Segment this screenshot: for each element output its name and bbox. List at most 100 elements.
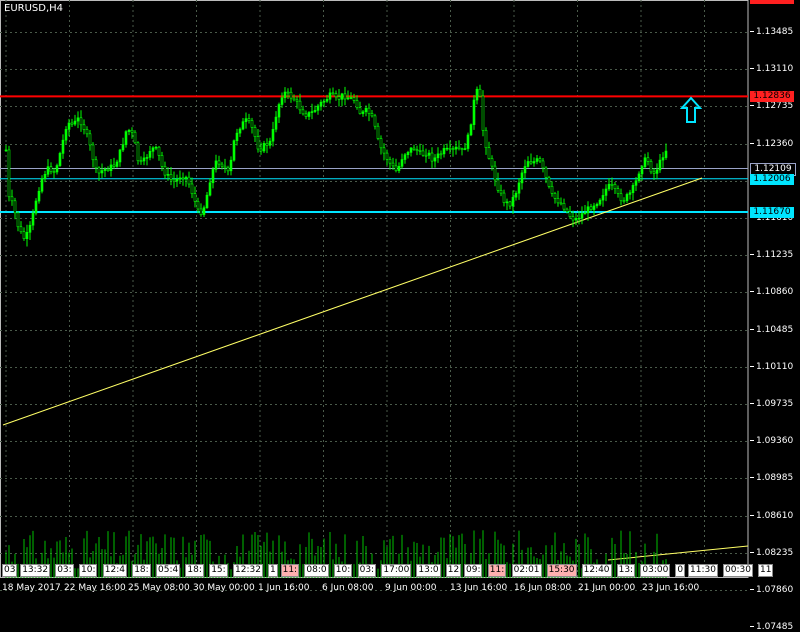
candle-body xyxy=(118,149,122,163)
price-axis-label: 1.09735 xyxy=(750,399,798,409)
candle-body xyxy=(262,143,266,152)
candle-body xyxy=(523,166,527,174)
candle-body xyxy=(478,88,482,97)
time-box: 09: xyxy=(464,564,483,577)
candle-body xyxy=(169,174,173,180)
candle-body xyxy=(376,125,380,139)
price-axis-label: 1.10485 xyxy=(750,325,798,335)
price-axis-label: 1.08985 xyxy=(750,473,798,483)
candle-body xyxy=(637,173,641,182)
candle-body xyxy=(238,128,242,134)
price-axis-label: 1.12735 xyxy=(750,101,798,111)
candle-body xyxy=(250,120,254,128)
candle-body xyxy=(259,148,263,152)
candle-body xyxy=(295,99,299,102)
candle-body xyxy=(304,113,308,117)
candle-body xyxy=(283,91,287,99)
candle-body xyxy=(409,147,413,153)
red-level-2-marker: 1.12836 xyxy=(750,91,794,102)
candle-body xyxy=(94,159,98,169)
candle-body xyxy=(649,161,653,173)
time-box: 15:30 xyxy=(546,564,577,577)
candle-body xyxy=(442,148,446,155)
candle-body xyxy=(346,97,350,100)
candle-body xyxy=(541,160,545,169)
candle-body xyxy=(352,97,356,101)
candle-body xyxy=(73,120,77,125)
candle-body xyxy=(256,136,260,150)
candle-body xyxy=(271,128,275,142)
candle-body xyxy=(286,91,290,94)
candle-body xyxy=(319,101,323,107)
candle-body xyxy=(76,117,80,122)
candle-body xyxy=(571,216,575,221)
price-axis-label: 1.11235 xyxy=(750,250,798,260)
candle-body xyxy=(490,158,494,167)
candle-body xyxy=(586,206,590,214)
candle-body xyxy=(334,93,338,97)
candle-body xyxy=(520,172,524,184)
candle-body xyxy=(589,206,593,210)
candle-body xyxy=(34,200,38,214)
candle-body xyxy=(82,124,86,130)
chart-window[interactable]: EURUSD,H4 1.13485 1.13110 1.12735 1.12360 1.… xyxy=(0,0,800,632)
candle-body xyxy=(109,164,113,172)
candle-body xyxy=(406,152,410,156)
candle-body xyxy=(196,201,200,210)
time-box: 11: xyxy=(280,564,300,577)
candle-body xyxy=(121,144,125,151)
price-chart-plot[interactable] xyxy=(0,0,800,600)
price-axis-label: 1.08235 xyxy=(750,548,798,558)
candle-body xyxy=(652,171,656,174)
candle-body xyxy=(493,165,497,181)
candle-body xyxy=(535,158,539,162)
candle-body xyxy=(430,152,434,162)
candle-body xyxy=(313,110,317,112)
candle-body xyxy=(25,232,29,239)
candle-body xyxy=(100,170,104,174)
time-box: 18: xyxy=(132,564,151,577)
candle-body xyxy=(451,148,455,150)
time-box: 1 xyxy=(268,564,278,577)
candle-body xyxy=(661,157,665,161)
candle-body xyxy=(58,153,62,166)
candle-body xyxy=(61,139,65,154)
time-axis-label: 21 Jun 00:00 xyxy=(578,583,636,593)
time-box: 03 xyxy=(2,564,18,577)
candle-body xyxy=(184,176,188,180)
candle-body xyxy=(130,129,134,133)
candle-body xyxy=(625,194,629,202)
candle-body xyxy=(208,182,212,196)
candle-body xyxy=(562,203,566,210)
candle-body xyxy=(610,183,614,186)
time-box: 12 xyxy=(445,564,462,577)
time-box: 12:40 xyxy=(581,564,612,577)
candle-body xyxy=(148,151,152,158)
candle-body xyxy=(43,174,47,179)
candle-body xyxy=(274,116,278,130)
candle-body xyxy=(514,192,518,198)
candle-body xyxy=(85,129,89,135)
candle-body xyxy=(139,160,143,163)
candle-body xyxy=(658,159,662,171)
time-box: 02:01 xyxy=(511,564,542,577)
candle-body xyxy=(229,159,233,172)
time-box: 10: xyxy=(333,564,353,577)
candle-body xyxy=(136,142,140,162)
candle-body xyxy=(91,144,95,161)
candle-body xyxy=(559,202,563,205)
candle-body xyxy=(223,165,227,169)
candle-body xyxy=(214,160,218,170)
up-arrow-icon[interactable] xyxy=(680,96,702,124)
candle-body xyxy=(496,179,500,191)
candle-body xyxy=(337,96,341,100)
trendline xyxy=(2,177,703,426)
candle-body xyxy=(595,203,599,207)
candle-body xyxy=(484,130,488,148)
candle-body xyxy=(166,174,170,176)
candle-body xyxy=(424,154,428,157)
candle-body xyxy=(454,146,458,150)
candle-body xyxy=(394,165,398,171)
candle-body xyxy=(289,91,293,99)
candle-body xyxy=(403,154,407,160)
